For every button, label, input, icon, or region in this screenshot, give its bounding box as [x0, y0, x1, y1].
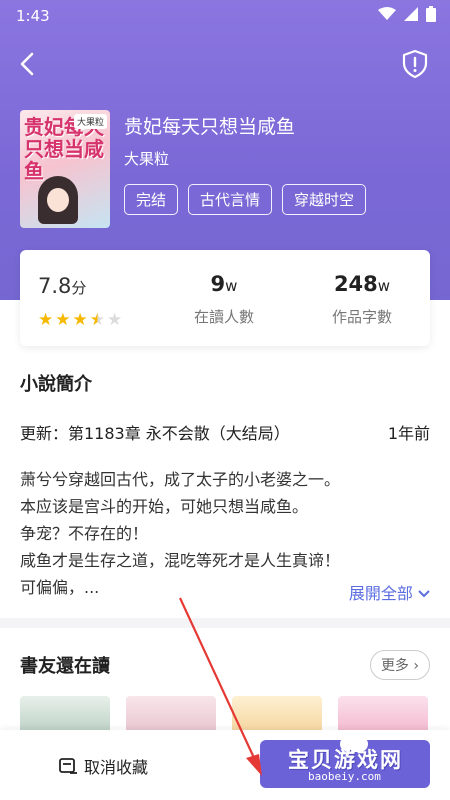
friends-section-title: 書友還在讀 [20, 656, 110, 677]
score-unit: 分 [71, 279, 87, 297]
book-tags: 完结 古代言情 穿越时空 [124, 184, 367, 215]
section-divider [0, 618, 450, 628]
shield-alert-icon [402, 49, 428, 79]
book-header: 贵妃每天只想当咸鱼 大果粒 贵妃每天只想当咸鱼 大果粒 完结 古代言情 穿越时空 [20, 110, 430, 230]
readers-value: 9 [210, 272, 226, 296]
words-value: 248 [333, 272, 378, 296]
bottom-action-bar: 取消收藏 宝贝游戏网 baobeiy.com [0, 730, 450, 800]
intro-line: 争宠？不存在的！ [20, 524, 149, 543]
readers-stat: 9w 在讀人數 [164, 272, 284, 327]
expand-label: 展開全部 [348, 584, 413, 603]
report-button[interactable] [400, 48, 430, 80]
intro-line: 萧兮兮穿越回古代，成了太子的小老婆之一。 [20, 470, 341, 489]
chevron-down-icon [418, 590, 430, 598]
book-cover[interactable]: 贵妃每天只想当咸鱼 大果粒 [20, 110, 110, 228]
update-time: 1年前 [387, 424, 430, 443]
battery-icon [426, 6, 436, 26]
star-icon: ★ [55, 310, 71, 330]
words-stat: 248w 作品字數 [302, 272, 422, 327]
book-title: 贵妃每天只想当咸鱼 [124, 116, 296, 138]
latest-chapter-label: 更新：第1183章 永不会散（大结局） [20, 424, 290, 443]
chevron-right-icon: › [413, 658, 419, 674]
book-author[interactable]: 大果粒 [124, 148, 169, 169]
chevron-left-icon [20, 52, 34, 76]
readers-label: 在讀人數 [193, 308, 254, 326]
tag-theme[interactable]: 穿越时空 [282, 184, 367, 215]
latest-chapter-row[interactable]: 更新：第1183章 永不会散（大结局） 1年前 [20, 420, 430, 444]
score: 7.8分 [38, 274, 86, 298]
tag-genre[interactable]: 古代言情 [188, 184, 273, 215]
more-button[interactable]: 更多 › [369, 650, 430, 680]
star-empty-icon: ★ [107, 310, 123, 330]
score-value: 7.8 [38, 274, 72, 298]
star-icon: ★ [38, 310, 54, 330]
expand-all-button[interactable]: 展開全部 [349, 580, 430, 604]
more-label: 更多 [380, 658, 409, 674]
status-time: 1:43 [16, 7, 50, 25]
star-half-icon: ★ [89, 310, 105, 330]
intro-line: 本应该是宫斗的开始，可她只想当咸鱼。 [20, 497, 309, 516]
readers-unit: w [225, 277, 238, 295]
star-rating: ★ ★ ★ ★ ★ [38, 310, 122, 330]
star-icon: ★ [72, 310, 88, 330]
wifi-icon [378, 7, 396, 25]
unfavorite-label: 取消收藏 [84, 758, 149, 777]
stats-card: 7.8分 ★ ★ ★ ★ ★ 9w 在讀人數 248w 作品字數 [20, 250, 430, 346]
watermark-url: baobeiy.com [308, 770, 381, 783]
words-label: 作品字數 [331, 308, 392, 326]
cover-badge: 大果粒 [73, 114, 107, 129]
intro-section-title: 小說簡介 [20, 374, 92, 395]
words-unit: w [377, 277, 391, 295]
bookshelf-remove-icon [59, 758, 77, 774]
back-button[interactable] [14, 48, 42, 80]
intro-line: 咸鱼才是生存之道，混吃等死才是人生真谛！ [20, 551, 341, 570]
tag-status[interactable]: 完结 [124, 184, 179, 215]
unfavorite-button[interactable]: 取消收藏 [58, 754, 148, 778]
cover-illustration-face [47, 188, 69, 212]
signal-icon [404, 7, 418, 25]
watermark: 宝贝游戏网 baobeiy.com [268, 736, 428, 788]
status-bar: 1:43 [0, 0, 450, 32]
